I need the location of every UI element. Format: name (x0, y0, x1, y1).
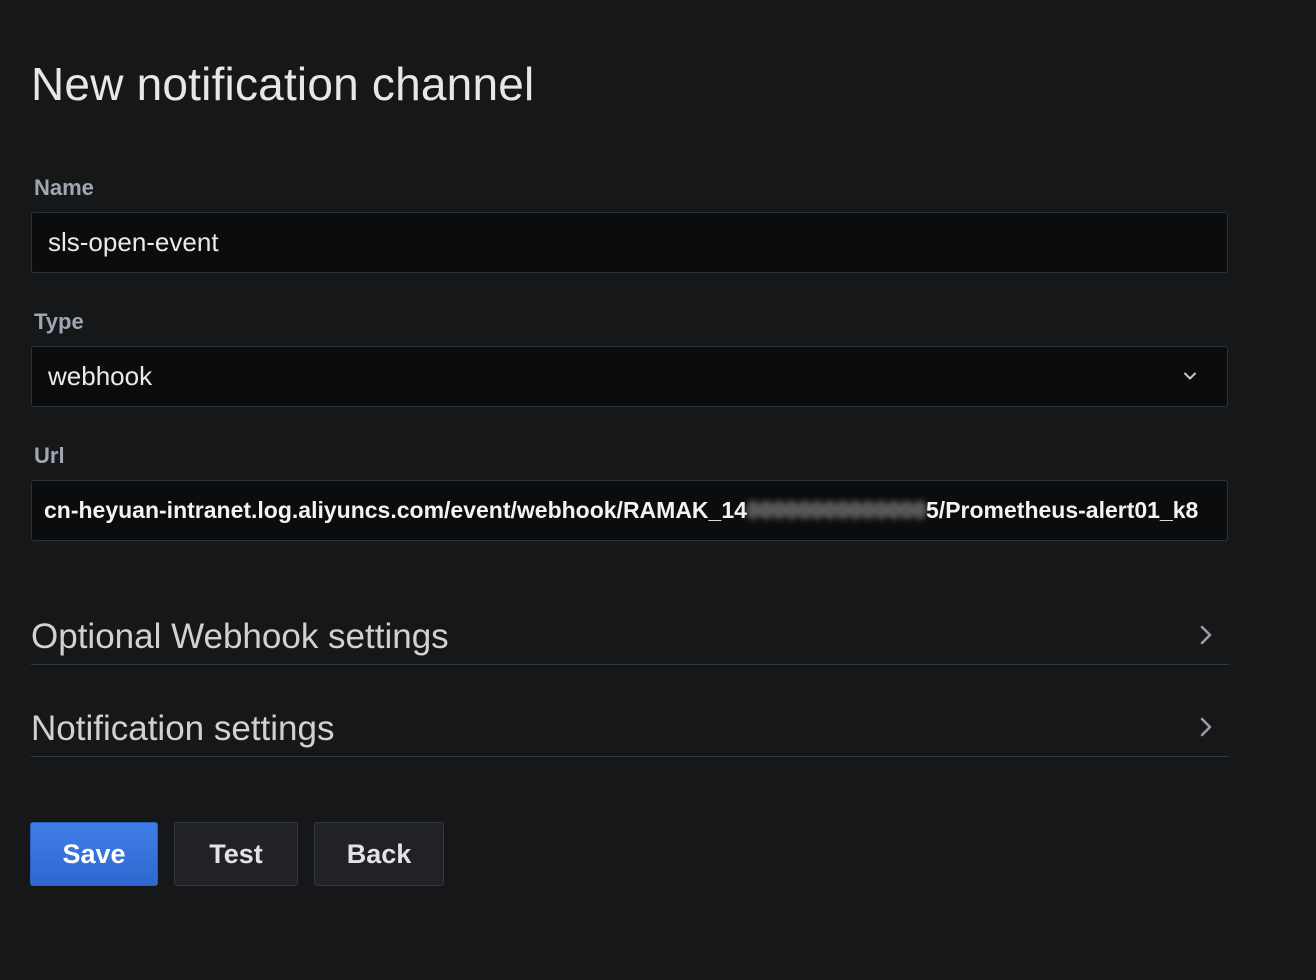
optional-webhook-settings-title: Optional Webhook settings (31, 617, 449, 656)
url-input[interactable]: cn-heyuan-intranet.log.aliyuncs.com/even… (31, 480, 1228, 541)
page-title: New notification channel (31, 58, 535, 110)
back-button[interactable]: Back (314, 822, 444, 886)
type-select-value: webhook (48, 361, 153, 391)
name-input[interactable]: sls-open-event (31, 212, 1228, 273)
url-value-suffix: 5/Prometheus-alert01_k8 (926, 497, 1199, 523)
url-value-redacted: 00000000000000 (746, 497, 927, 523)
url-value-prefix: cn-heyuan-intranet.log.aliyuncs.com/even… (44, 497, 747, 523)
notification-settings-title: Notification settings (31, 709, 335, 748)
url-label: Url (34, 443, 65, 468)
notification-channel-page: New notification channel Name sls-open-e… (0, 0, 1316, 980)
type-select[interactable]: webhook (31, 346, 1228, 407)
chevron-right-icon (1200, 625, 1212, 645)
name-label: Name (34, 175, 94, 200)
type-label: Type (34, 309, 84, 334)
chevron-right-icon (1200, 717, 1212, 737)
name-input-value: sls-open-event (48, 227, 219, 257)
notification-settings-section[interactable]: Notification settings (31, 697, 1229, 757)
save-button[interactable]: Save (30, 822, 158, 886)
test-button[interactable]: Test (174, 822, 298, 886)
chevron-down-icon (1184, 372, 1196, 380)
optional-webhook-settings-section[interactable]: Optional Webhook settings (31, 605, 1229, 665)
